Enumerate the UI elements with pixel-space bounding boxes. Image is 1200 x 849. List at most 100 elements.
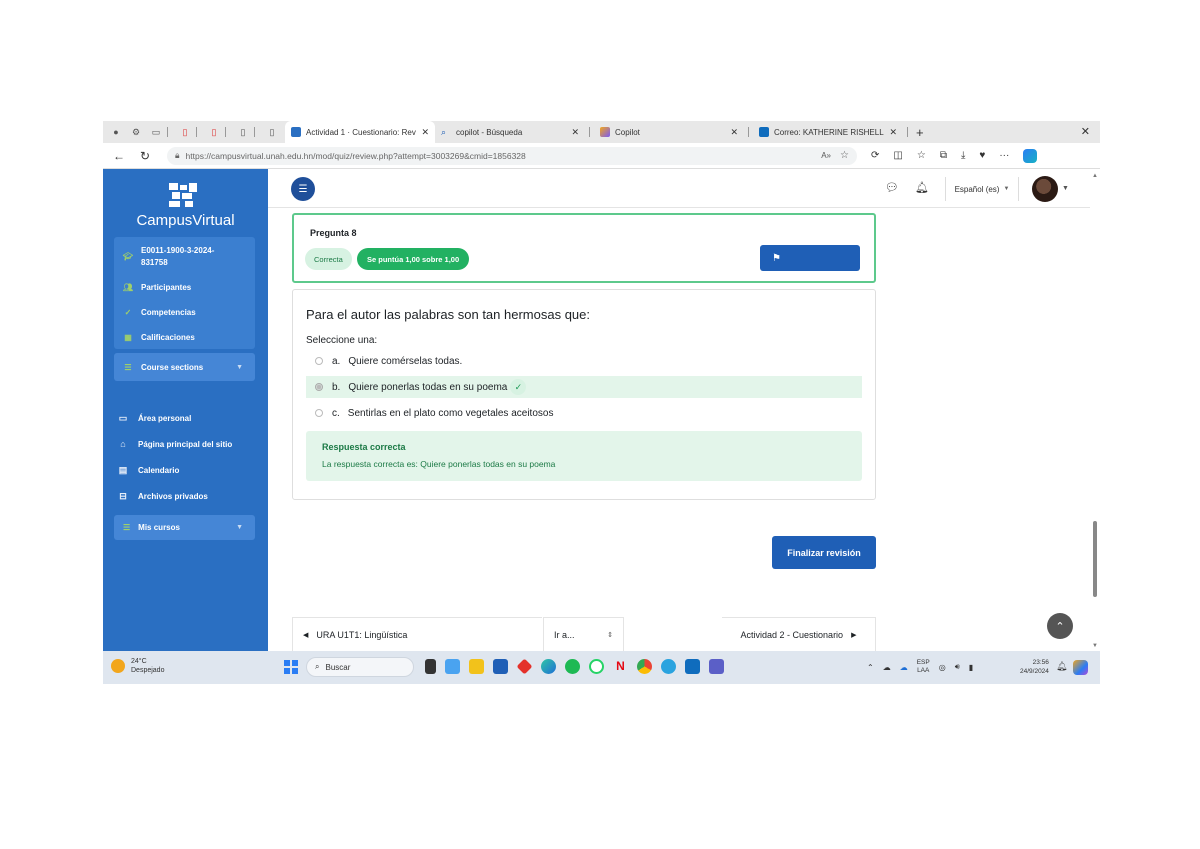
taskbar-search[interactable]: ⌕ Buscar bbox=[306, 657, 414, 677]
scroll-down-icon[interactable]: ▼ bbox=[1092, 643, 1098, 649]
back-to-top-button[interactable]: ⌃ bbox=[1047, 613, 1073, 639]
pdf-tab-icon[interactable]: ▯ bbox=[207, 125, 221, 139]
close-tab-icon[interactable]: ✕ bbox=[571, 127, 579, 138]
drawer-toggle-button[interactable]: ☰ bbox=[291, 177, 315, 201]
next-activity-link[interactable]: Actividad 2 - Cuestionario ▶ bbox=[722, 617, 876, 651]
profile-icon[interactable]: ● bbox=[109, 125, 123, 139]
nav-label: Calendario bbox=[138, 465, 180, 475]
back-arrow-icon[interactable]: ← bbox=[109, 149, 129, 163]
tab-copilot[interactable]: Copilot ✕ bbox=[594, 121, 744, 143]
weather-widget[interactable]: 24°C Despejado bbox=[111, 657, 164, 675]
nav-calendario[interactable]: ▤ Calendario bbox=[117, 459, 180, 481]
language-selector[interactable]: Español (es) ▼ bbox=[945, 177, 1019, 201]
nav-site-home[interactable]: ⌂ Página principal del sitio bbox=[117, 433, 232, 455]
workspaces-icon[interactable]: ⚙ bbox=[129, 125, 143, 139]
previous-activity-link[interactable]: ◀ URA U1T1: Lingüística bbox=[292, 617, 542, 651]
page-scrollbar[interactable]: ▲ ▼ bbox=[1090, 169, 1100, 651]
tab-copilot-search[interactable]: ⌕ copilot - Búsqueda ✕ bbox=[435, 121, 585, 143]
close-tab-icon[interactable]: ✕ bbox=[421, 127, 429, 138]
language-code: ESP bbox=[916, 659, 930, 666]
favorites-icon[interactable]: ☆ bbox=[917, 150, 926, 161]
copilot-sidebar-icon[interactable] bbox=[1023, 148, 1038, 163]
finish-review-button[interactable]: Finalizar revisión bbox=[772, 536, 876, 569]
campusvirtual-logo-icon[interactable] bbox=[169, 183, 197, 207]
sidebar-item-participantes[interactable]: 👥︎ Participantes bbox=[114, 276, 255, 298]
battery-icon[interactable]: ▮ bbox=[969, 663, 973, 672]
netflix-icon[interactable]: N bbox=[613, 659, 628, 674]
flag-question-button[interactable]: ⚑ bbox=[760, 245, 860, 271]
spotify-icon[interactable] bbox=[565, 659, 580, 674]
system-clock[interactable]: 23:56 24/9/2024 bbox=[1020, 658, 1049, 676]
app-red-diamond-icon[interactable] bbox=[516, 658, 533, 675]
copilot-icon[interactable] bbox=[1073, 660, 1088, 675]
avatar[interactable] bbox=[1032, 176, 1058, 202]
option-letter: a. bbox=[332, 355, 341, 367]
answer-option[interactable]: a. Quiere comérselas todas. bbox=[306, 350, 862, 372]
onedrive-icon[interactable]: ☁ bbox=[900, 663, 908, 672]
question-number: Pregunta 8 bbox=[310, 228, 357, 238]
outlook-icon[interactable] bbox=[685, 659, 700, 674]
chevron-up-icon[interactable]: ⌃ bbox=[867, 663, 874, 672]
radio-button[interactable] bbox=[315, 409, 323, 417]
folder-icon: ⊟ bbox=[119, 490, 127, 501]
answer-option-correct[interactable]: b. Quiere ponerlas todas en su poema ✓ bbox=[306, 376, 862, 398]
close-tab-icon[interactable]: ✕ bbox=[730, 127, 738, 138]
url-field[interactable]: 🔒︎ https://campusvirtual.unah.edu.hn/mod… bbox=[167, 146, 857, 165]
refresh-icon[interactable]: ↻ bbox=[135, 149, 155, 163]
sidebar-item-competencias[interactable]: ✓ Competencias bbox=[114, 301, 255, 323]
cloud-outline-icon[interactable]: ☁ bbox=[883, 663, 891, 672]
correct-check-icon: ✓ bbox=[510, 379, 527, 395]
widgets-icon[interactable] bbox=[445, 659, 460, 674]
pdf-tab-icon[interactable]: ▯ bbox=[178, 125, 192, 139]
page-tab-icon[interactable]: ▯ bbox=[236, 125, 250, 139]
favorite-star-icon[interactable]: ☆ bbox=[840, 150, 849, 161]
notifications-bell-icon[interactable]: 🔔︎ bbox=[915, 181, 929, 194]
jump-to-select[interactable]: Ir a... ⇕ bbox=[543, 617, 624, 651]
messages-icon[interactable]: 💬︎ bbox=[885, 181, 899, 194]
tab-outlook[interactable]: Correo: KATHERINE RISHELL CORE ✕ bbox=[753, 121, 903, 143]
chrome-icon[interactable] bbox=[637, 659, 652, 674]
collections-icon[interactable]: ⧉ bbox=[940, 150, 947, 161]
grades-icon: ▦ bbox=[124, 332, 132, 342]
downloads-icon[interactable]: ⤓ bbox=[961, 150, 965, 161]
file-explorer-icon[interactable] bbox=[469, 659, 484, 674]
sidebar-item-course-sections[interactable]: ☰ Course sections ▼ bbox=[114, 353, 255, 381]
nav-area-personal[interactable]: ▭ Área personal bbox=[117, 407, 192, 429]
wifi-icon[interactable]: ◎ bbox=[939, 663, 946, 672]
store-icon[interactable] bbox=[493, 659, 508, 674]
close-tab-icon[interactable]: ✕ bbox=[889, 127, 897, 138]
edge-icon[interactable] bbox=[541, 659, 556, 674]
chevron-down-icon[interactable]: ▼ bbox=[1062, 185, 1069, 192]
home-icon: ⌂ bbox=[120, 439, 126, 449]
course-link[interactable]: 🎓︎ E0011-1900-3-2024-831758 bbox=[114, 237, 255, 275]
option-letter: b. bbox=[332, 381, 341, 393]
radio-button[interactable] bbox=[315, 383, 323, 391]
nav-archivos-privados[interactable]: ⊟ Archivos privados bbox=[117, 485, 208, 507]
volume-icon[interactable]: 🔊︎ bbox=[955, 662, 960, 672]
page-tab-icon[interactable]: ▯ bbox=[265, 125, 279, 139]
read-aloud-icon[interactable]: A» bbox=[821, 151, 831, 160]
sidebar-item-calificaciones[interactable]: ▦ Calificaciones bbox=[114, 326, 255, 348]
extensions-icon[interactable]: ⟳ bbox=[871, 150, 879, 161]
separator bbox=[167, 127, 168, 137]
whatsapp-icon[interactable] bbox=[589, 659, 604, 674]
more-options-icon[interactable]: ··· bbox=[999, 150, 1009, 161]
tab-actions-icon[interactable]: ▭ bbox=[149, 125, 163, 139]
input-language[interactable]: ESP LAA bbox=[917, 659, 930, 675]
chevron-right-icon: ▶ bbox=[851, 631, 857, 639]
new-tab-button[interactable]: + bbox=[916, 125, 924, 140]
telegram-icon[interactable] bbox=[661, 659, 676, 674]
windows-start-icon[interactable] bbox=[284, 660, 298, 674]
split-screen-icon[interactable]: ◫ bbox=[893, 150, 902, 161]
teams-icon[interactable] bbox=[709, 659, 724, 674]
answer-option[interactable]: c. Sentirlas en el plato como vegetales … bbox=[306, 402, 862, 424]
radio-button[interactable] bbox=[315, 357, 323, 365]
notifications-bell-icon[interactable]: 🔔︎ bbox=[1056, 661, 1067, 672]
tab-quiz-review[interactable]: Actividad 1 · Cuestionario: Revisi ✕ bbox=[285, 121, 435, 143]
my-courses-menu[interactable]: ☰ Mis cursos ▼ bbox=[114, 515, 255, 540]
scroll-up-icon[interactable]: ▲ bbox=[1092, 173, 1098, 179]
task-view-icon[interactable] bbox=[425, 659, 436, 674]
window-close-button[interactable]: ✕ bbox=[1081, 125, 1090, 138]
scroll-thumb[interactable] bbox=[1093, 521, 1097, 597]
browser-essentials-icon[interactable]: ♥ bbox=[979, 150, 985, 161]
